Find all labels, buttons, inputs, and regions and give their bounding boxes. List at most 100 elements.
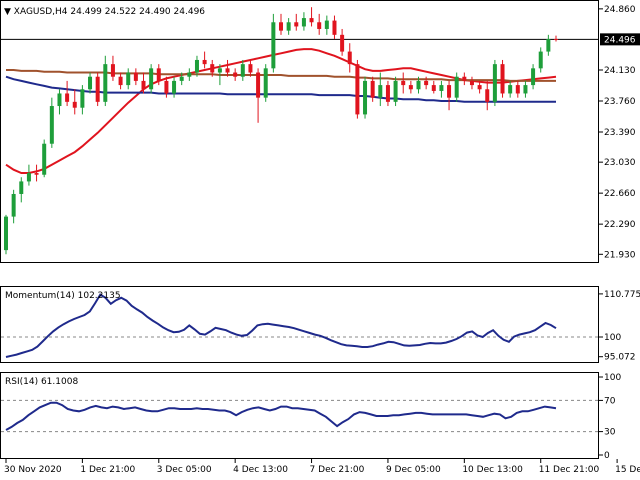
candle-body [72,101,77,108]
candle [271,13,276,73]
ohlc-open: 24.499 [70,7,102,17]
candle-body [286,22,291,31]
candle-body [156,68,161,81]
candle [355,59,360,119]
candle-body [309,18,314,23]
price-tick-label: 23.390 [604,128,636,138]
price-tick-label: 21.930 [604,250,636,260]
candle-body [416,80,421,90]
candle [42,139,47,178]
candle-body [538,51,543,69]
candle-body [439,85,444,91]
candle-body [141,80,146,90]
candle-body [4,216,8,251]
candle-body [19,181,24,194]
candle-body [57,93,62,107]
candle-body [324,20,329,29]
candle-body [301,18,306,27]
candle-body [88,76,93,90]
momentum-tick-label: 95.072 [604,353,636,363]
time-tick-label: 15 Dec 05:00 [615,465,640,475]
candle-body [202,59,207,65]
candle [4,214,8,255]
candle-body [485,89,490,102]
candle-body [34,173,39,175]
time-tick-label: 9 Dec 05:00 [386,465,441,475]
candle-body [65,93,70,102]
candle-body [332,20,337,35]
rsi-tick-label: 0 [604,451,610,461]
candle-body [469,80,474,86]
candle-body [347,51,352,65]
time-tick-label: 3 Dec 05:00 [157,465,212,475]
candle-body [217,68,222,73]
candle-body [118,76,123,86]
ohlc-high: 24.522 [105,7,137,17]
candle-body [271,22,276,69]
candle-body [149,68,154,90]
candle-body [370,80,375,98]
candle-body [462,76,467,81]
candle-body [279,22,283,31]
candle-body [49,106,54,144]
candle-body [546,39,551,52]
time-tick-label: 11 Dec 21:00 [539,465,600,475]
candle [363,76,368,119]
candle-body [187,72,192,77]
candle-body [355,64,360,115]
chart-window: 24.860 24.130 23.760 23.390 23.030 22.660 22.2… [0,0,640,480]
candle-body [11,193,16,217]
candle-body [26,173,31,182]
candle-body [508,85,513,94]
rsi-tick-label: 70 [604,396,616,406]
price-tick-label: 23.760 [604,97,636,107]
candle-body [248,64,253,73]
candle-body [431,85,436,91]
chart-canvas: 24.860 24.130 23.760 23.390 23.030 22.660 22.2… [0,0,640,480]
candle-body [340,34,345,52]
candle-body [126,72,131,86]
candle-body [256,72,261,98]
candle-body [554,39,558,41]
momentum-title: Momentum(14) 102.2135 [5,291,121,301]
candle-body [103,64,108,102]
candle [492,59,497,107]
candle-body [42,143,47,175]
time-tick-label: 30 Nov 2020 [4,465,62,475]
candle-body [477,85,482,90]
candle [454,72,459,102]
candle-body [172,80,177,94]
time-tick-label: 7 Dec 21:00 [310,465,365,475]
candle-body [408,85,413,90]
candle-body [95,76,100,102]
candle [95,72,100,107]
time-tick-label: 4 Dec 13:00 [233,465,288,475]
candle-body [363,80,368,115]
time-tick-label: 10 Dec 13:00 [462,465,523,475]
candle-body [424,80,429,86]
momentum-tick-label: 100 [604,333,621,343]
symbol-timeframe: XAGUSD,H4 [14,7,68,17]
candle [263,64,268,102]
candle-body [317,22,322,29]
candle-body [80,89,85,108]
candle-body [179,76,184,81]
candle-body [393,80,398,102]
candle-body [294,22,299,27]
candle-body [492,64,497,102]
time-tick-label: 1 Dec 21:00 [80,465,135,475]
candle [500,59,505,98]
candle-body [454,76,459,98]
momentum-tick-label: 110.7757 [604,290,640,300]
candle-body [194,59,199,73]
candle-body [523,85,528,94]
candle-body [233,72,238,77]
candle-body [531,68,536,86]
candle-body [164,80,169,94]
rsi-title: RSI(14) 61.1008 [5,377,78,387]
candle [393,76,398,107]
candle-body [133,72,138,81]
candle-body [225,68,230,73]
chart-dropdown-triangle-icon[interactable]: ▼ [4,7,14,17]
price-tick-label: 24.130 [604,66,636,76]
